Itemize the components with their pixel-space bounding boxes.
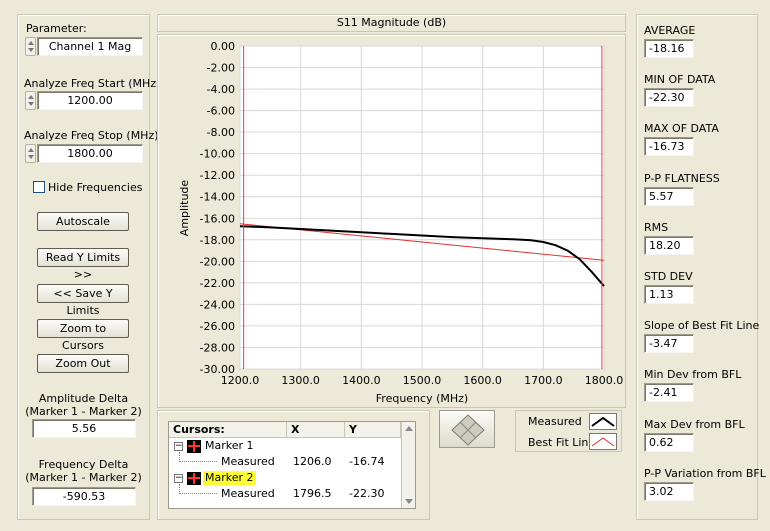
start-freq-field[interactable]: 1200.00 bbox=[37, 91, 143, 110]
frequency-delta-field: -590.53 bbox=[32, 487, 136, 506]
y-tick-label: -12.00 bbox=[200, 169, 235, 182]
marker-2-sub: Measured bbox=[221, 487, 275, 500]
stat-label: MAX OF DATA bbox=[644, 122, 719, 136]
marker-2-x: 1796.5 bbox=[293, 487, 332, 500]
stat-label: P-P FLATNESS bbox=[644, 171, 720, 185]
collapse-icon[interactable]: − bbox=[174, 474, 183, 483]
read-y-limits-button[interactable]: Read Y Limits >> bbox=[37, 248, 129, 281]
stat-label: P-P Variation from BFL bbox=[644, 466, 766, 480]
scroll-down-icon[interactable] bbox=[405, 499, 413, 504]
y-tick-label: -2.00 bbox=[207, 62, 235, 75]
stop-freq-spinner[interactable] bbox=[25, 144, 36, 163]
y-tick-label: -14.00 bbox=[200, 191, 235, 204]
parameter-label: Parameter: bbox=[26, 22, 87, 35]
stat-value: 3.02 bbox=[644, 481, 694, 501]
y-tick-label: -28.00 bbox=[200, 341, 235, 354]
y-tick-label: -26.00 bbox=[200, 320, 235, 333]
stat-value: 0.62 bbox=[644, 432, 694, 452]
x-tick-label: 1500.0 bbox=[403, 374, 442, 387]
hide-frequencies-checkbox[interactable] bbox=[33, 181, 45, 193]
scrollbar[interactable] bbox=[401, 422, 415, 508]
x-header: X bbox=[287, 422, 345, 438]
stat-value: -16.73 bbox=[644, 137, 694, 157]
scroll-up-icon[interactable] bbox=[405, 426, 413, 431]
stat-label: Min Dev from BFL bbox=[644, 368, 742, 382]
y-tick-label: -8.00 bbox=[207, 126, 235, 139]
legend-measured-icon[interactable] bbox=[589, 413, 617, 430]
x-tick-label: 1600.0 bbox=[463, 374, 502, 387]
y-tick-label: -16.00 bbox=[200, 212, 235, 225]
y-axis-label: Amplitude bbox=[178, 180, 191, 237]
s11-magnitude-chart[interactable]: 0.00 -2.00 -4.00 -6.00 -8.00 -10.00 -12.00 -14.… bbox=[157, 34, 626, 408]
marker-1-y: -16.74 bbox=[349, 455, 385, 468]
stat-value: -2.41 bbox=[644, 383, 694, 403]
x-tick-labels: 1200.0 1300.0 1400.0 1500.0 1600.0 1700.0 1800… bbox=[221, 374, 624, 387]
y-tick-label: -22.00 bbox=[200, 277, 235, 290]
zoom-to-cursors-button[interactable]: Zoom to Cursors bbox=[37, 319, 129, 352]
cursors-header: Cursors: bbox=[169, 422, 287, 438]
tree-connector bbox=[179, 484, 217, 494]
collapse-icon[interactable]: − bbox=[174, 442, 183, 451]
y-tick-labels: 0.00 -2.00 -4.00 -6.00 -8.00 -10.00 -12.00 -14.… bbox=[200, 40, 235, 376]
analyze-stop-label: Analyze Freq Stop (MHz) bbox=[24, 129, 159, 142]
tree-connector bbox=[179, 452, 217, 462]
legend-bestfit-label: Best Fit Line bbox=[528, 436, 596, 449]
start-freq-spinner[interactable] bbox=[25, 91, 36, 110]
y-tick-label: -18.00 bbox=[200, 234, 235, 247]
stat-value: 1.13 bbox=[644, 285, 694, 304]
stat-value: 18.20 bbox=[644, 235, 694, 255]
stat-label: STD DEV bbox=[644, 270, 693, 283]
x-axis-label: Frequency (MHz) bbox=[376, 392, 468, 405]
x-tick-label: 1700.0 bbox=[524, 374, 563, 387]
stat-label: Slope of Best Fit Line bbox=[644, 319, 760, 333]
frequency-delta-sublabel: (Marker 1 - Marker 2) bbox=[25, 471, 142, 484]
y-tick-label: 0.00 bbox=[211, 40, 236, 53]
stop-freq-field[interactable]: 1800.00 bbox=[37, 144, 143, 163]
plot-legend: Measured Best Fit Line bbox=[515, 410, 622, 452]
legend-measured-label: Measured bbox=[528, 415, 582, 428]
marker-2-name[interactable]: Marker 2 bbox=[203, 471, 256, 485]
autoscale-button[interactable]: Autoscale bbox=[37, 212, 129, 231]
y-tick-label: -24.00 bbox=[200, 298, 235, 311]
cursors-table[interactable]: Cursors: X Y − Marker 1 Measured 1206.0 … bbox=[168, 421, 416, 509]
stat-value: -22.30 bbox=[644, 88, 694, 108]
marker-1-sub: Measured bbox=[221, 455, 275, 468]
parameter-spinner[interactable] bbox=[25, 37, 36, 56]
marker-2-y: -22.30 bbox=[349, 487, 385, 500]
x-tick-label: 1200.0 bbox=[221, 374, 260, 387]
amplitude-delta-sublabel: (Marker 1 - Marker 2) bbox=[25, 405, 142, 418]
legend-bestfit-icon[interactable] bbox=[589, 433, 617, 450]
marker-1-x: 1206.0 bbox=[293, 455, 332, 468]
stat-value: 5.57 bbox=[644, 186, 694, 206]
x-tick-label: 1300.0 bbox=[281, 374, 320, 387]
stat-label: MIN OF DATA bbox=[644, 73, 716, 87]
frequency-delta-label: Frequency Delta bbox=[38, 458, 129, 471]
save-y-limits-button[interactable]: << Save Y Limits bbox=[37, 284, 129, 317]
amplitude-delta-field: 5.56 bbox=[32, 419, 136, 438]
y-tick-label: -20.00 bbox=[200, 255, 235, 268]
stat-value: -3.47 bbox=[644, 334, 694, 354]
zoom-out-button[interactable]: Zoom Out bbox=[37, 354, 129, 373]
stat-value: -18.16 bbox=[644, 39, 694, 58]
cursor-move-icon[interactable] bbox=[440, 411, 496, 449]
parameter-field[interactable]: Channel 1 Mag bbox=[37, 37, 143, 56]
analyze-start-label: Analyze Freq Start (MHz) bbox=[24, 77, 161, 90]
hide-frequencies-label: Hide Frequencies bbox=[48, 181, 143, 194]
cursor-move-control[interactable] bbox=[439, 410, 495, 448]
y-tick-label: -6.00 bbox=[207, 105, 235, 118]
y-tick-label: -10.00 bbox=[200, 148, 235, 161]
stat-label: Max Dev from BFL bbox=[644, 417, 745, 431]
chart-title: S11 Magnitude (dB) bbox=[336, 16, 447, 29]
stat-label: AVERAGE bbox=[644, 24, 696, 37]
y-header: Y bbox=[345, 422, 401, 438]
x-tick-label: 1800.0 bbox=[585, 374, 624, 387]
y-tick-label: -4.00 bbox=[207, 83, 235, 96]
x-tick-label: 1400.0 bbox=[342, 374, 381, 387]
amplitude-delta-label: Amplitude Delta bbox=[38, 392, 129, 405]
marker-1-name[interactable]: Marker 1 bbox=[205, 439, 254, 453]
stat-label: RMS bbox=[644, 220, 669, 234]
